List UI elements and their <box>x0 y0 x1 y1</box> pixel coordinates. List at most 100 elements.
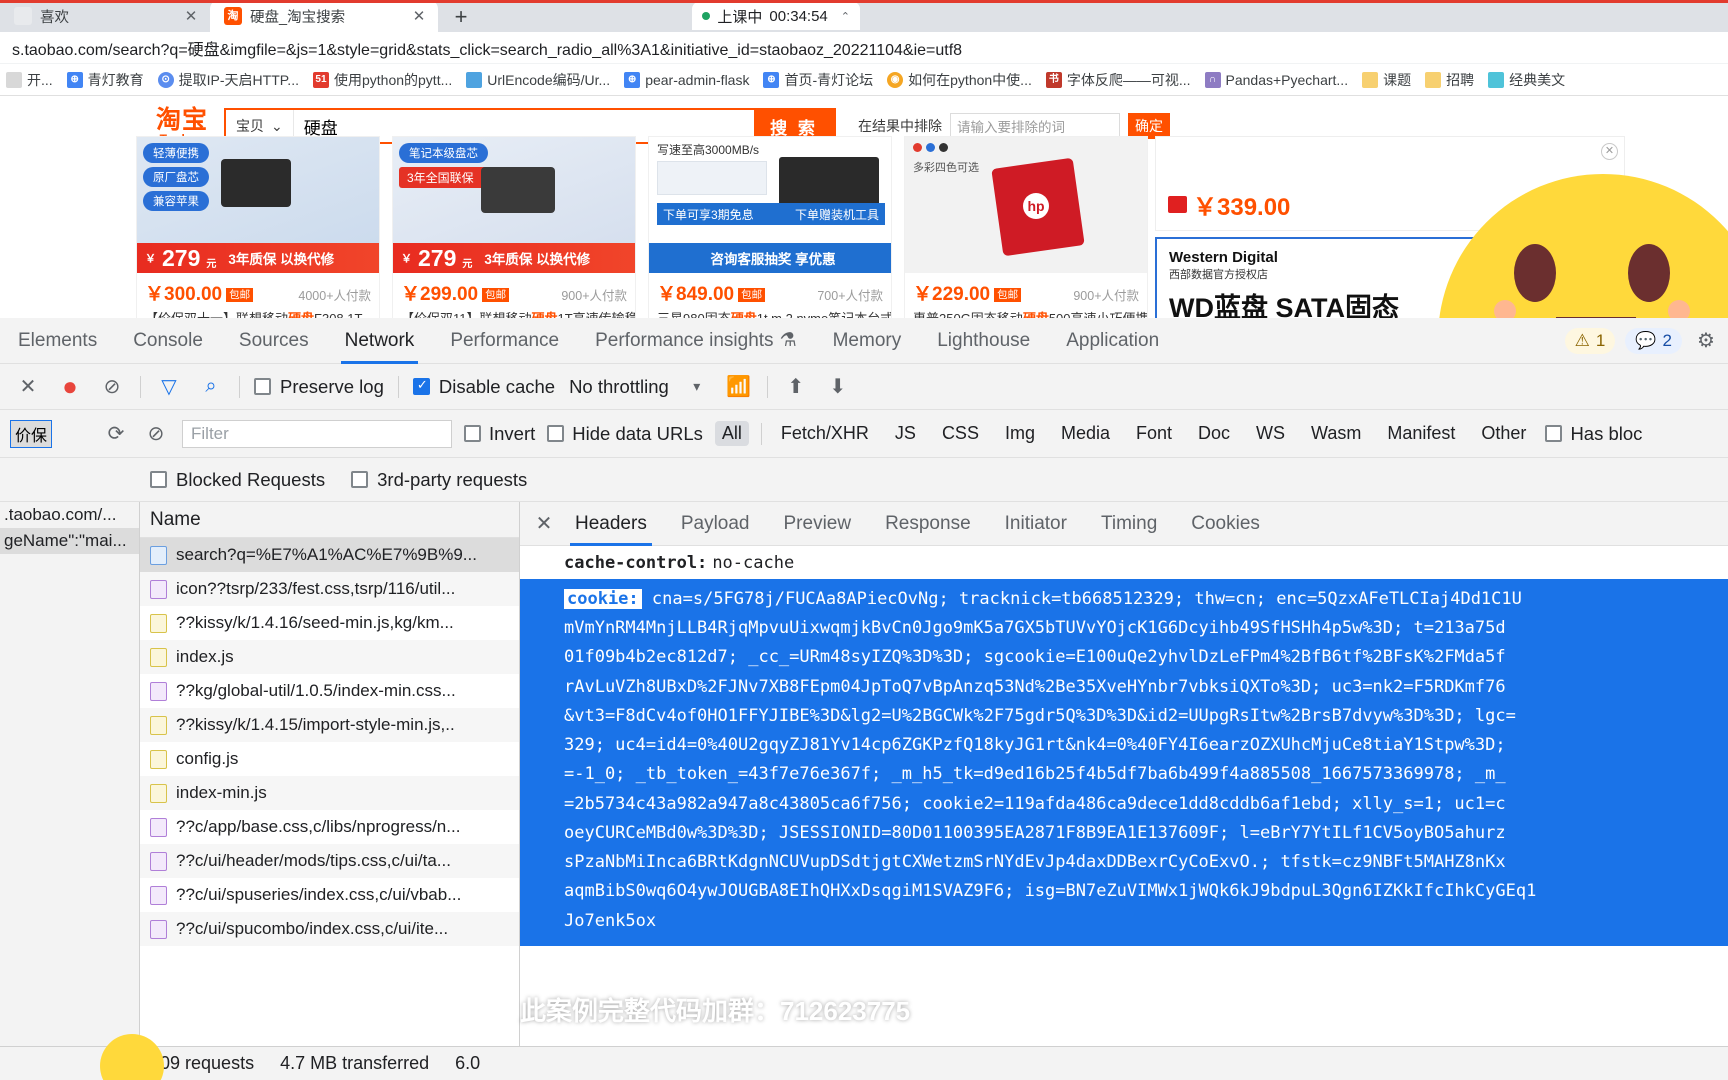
devtools-tab-performance-insights[interactable]: Performance insights ⚗ <box>577 318 815 364</box>
funnel-icon[interactable]: ▽ <box>155 373 183 401</box>
close-icon[interactable]: ✕ <box>530 510 558 538</box>
close-icon[interactable]: ✕ <box>182 9 200 24</box>
bookmark-item[interactable]: 招聘 <box>1419 67 1480 93</box>
devtools-tab-console[interactable]: Console <box>115 318 221 364</box>
info-chip[interactable]: 💬 2 <box>1625 327 1682 354</box>
detail-tab-cookies[interactable]: Cookies <box>1174 502 1277 546</box>
product-card[interactable]: 轻薄便携 原厂盘芯 兼容苹果 ￥ 279 元 3年质保 以换代修 ￥300.00… <box>136 136 380 318</box>
disable-cache-toggle[interactable]: Disable cache <box>412 376 555 398</box>
new-tab-button[interactable]: + <box>446 2 476 32</box>
filter-type-img[interactable]: Img <box>998 421 1042 446</box>
table-row[interactable]: ??kg/global-util/1.0.5/index-min.css... <box>140 674 519 708</box>
has-blocked-toggle[interactable]: Has bloc <box>1545 423 1642 445</box>
bookmark-item[interactable]: ⊕ 青灯教育 <box>61 67 150 93</box>
devtools-tab-lighthouse[interactable]: Lighthouse <box>919 318 1048 364</box>
product-title[interactable]: 惠普250G固态移动硬盘500高速小巧便携u <box>905 308 1147 318</box>
search-icon[interactable]: ⌕ <box>197 373 225 401</box>
blocked-requests-checkbox[interactable] <box>150 471 167 488</box>
disable-cache-checkbox[interactable] <box>412 377 430 395</box>
bookmark-item[interactable]: ⊙ 提取IP-天启HTTP... <box>152 67 305 93</box>
filter-type-doc[interactable]: Doc <box>1191 421 1237 446</box>
chevron-down-icon[interactable]: ▾ <box>683 373 711 401</box>
wifi-settings-icon[interactable]: 📶 <box>725 373 753 401</box>
table-row[interactable]: search?q=%E7%A1%AC%E7%9B%9... <box>140 538 519 572</box>
devtools-tab-elements[interactable]: Elements <box>0 318 115 364</box>
bookmark-item[interactable]: 开... <box>0 67 59 93</box>
table-row[interactable]: ??c/ui/header/mods/tips.css,c/ui/ta... <box>140 844 519 878</box>
table-row[interactable]: index.js <box>140 640 519 674</box>
warning-chip[interactable]: ⚠ 1 <box>1564 327 1616 354</box>
product-title[interactable]: 【价保双11】联想移动硬盘1T高速传输稳 <box>393 308 635 318</box>
clear-icon[interactable]: ⊘ <box>98 373 126 401</box>
table-row[interactable]: index-min.js <box>140 776 519 810</box>
filter-type-js[interactable]: JS <box>888 421 923 446</box>
filter-type-all[interactable]: All <box>714 421 749 446</box>
bookmark-item[interactable]: ∩ Pandas+Pyechart... <box>1199 69 1355 91</box>
product-image[interactable]: 多彩四色可选 hp <box>905 137 1147 273</box>
address-bar-url[interactable]: s.taobao.com/search?q=硬盘&imgfile=&js=1&s… <box>12 36 962 60</box>
product-title[interactable]: 三星980固态硬盘1t m.2 nvme笔记本台式 <box>649 308 891 318</box>
chevron-up-icon[interactable]: ⌃ <box>841 10 850 23</box>
header-row-cookie[interactable]: cookie: cna=s/5FG78j/FUCAa8APiecOvNg; tr… <box>520 579 1728 946</box>
filter-type-css[interactable]: CSS <box>935 421 986 446</box>
third-party-checkbox[interactable] <box>351 471 369 488</box>
devtools-tab-memory[interactable]: Memory <box>815 318 920 364</box>
product-card[interactable]: 写速至高3000MB/s 下单可享3期免息 下单赠装机工具 咨询客服抽奖 享优惠… <box>648 136 892 318</box>
bookmark-item[interactable]: ⊕ pear-admin-flask <box>618 69 755 91</box>
filter-type-manifest[interactable]: Manifest <box>1380 421 1462 446</box>
product-image[interactable]: 笔记本级盘芯 3年全国联保 ￥ 279 元 3年质保 以换代修 <box>393 137 635 273</box>
devtools-tab-network[interactable]: Network <box>327 318 433 364</box>
table-row[interactable]: icon??tsrp/233/fest.css,tsrp/116/util... <box>140 572 519 606</box>
table-row[interactable]: ??c/app/base.css,c/libs/nprogress/n... <box>140 810 519 844</box>
find-query-chip[interactable]: 价保 <box>10 419 53 448</box>
product-card[interactable]: 多彩四色可选 hp ￥229.00包邮 900+人付款 惠普250G固态移动硬盘… <box>904 136 1148 318</box>
table-row[interactable]: ??c/ui/spucombo/index.css,c/ui/ite... <box>140 912 519 946</box>
record-icon[interactable]: ● <box>56 371 84 401</box>
filter-type-fetchxhr[interactable]: Fetch/XHR <box>774 421 876 446</box>
filter-type-wasm[interactable]: Wasm <box>1304 421 1368 446</box>
detail-tab-payload[interactable]: Payload <box>664 502 767 546</box>
reload-icon[interactable]: ⟳ <box>102 420 130 448</box>
table-row[interactable]: ??kissy/k/1.4.16/seed-min.js,kg/km... <box>140 606 519 640</box>
invert-toggle[interactable]: Invert <box>464 423 535 445</box>
preserve-log-checkbox[interactable] <box>254 378 271 395</box>
table-row[interactable]: ??kissy/k/1.4.15/import-style-min.js,.. <box>140 708 519 742</box>
devtools-tab-sources[interactable]: Sources <box>221 318 327 364</box>
browser-tab-0[interactable]: 喜欢 ✕ <box>0 0 210 32</box>
close-icon[interactable]: ✕ <box>1601 143 1618 160</box>
devtools-tab-performance[interactable]: Performance <box>432 318 577 364</box>
table-row[interactable]: config.js <box>140 742 519 776</box>
filter-type-font[interactable]: Font <box>1129 421 1179 446</box>
upload-icon[interactable]: ⬆ <box>782 373 810 401</box>
detail-tab-preview[interactable]: Preview <box>767 502 869 546</box>
omnibox-bar[interactable]: s.taobao.com/search?q=硬盘&imgfile=&js=1&s… <box>0 32 1728 64</box>
download-icon[interactable]: ⬇ <box>824 373 852 401</box>
product-title[interactable]: 【价保双十一】联想移动硬盘F308 1T <box>137 308 379 318</box>
bookmark-item[interactable]: 51 使用python的pytt... <box>307 67 458 93</box>
devtools-tab-application[interactable]: Application <box>1048 318 1177 364</box>
bookmark-item[interactable]: 书 字体反爬——可视... <box>1040 67 1197 93</box>
blocked-requests-toggle[interactable]: Blocked Requests <box>150 469 325 491</box>
bookmark-item[interactable]: UrlEncode编码/Ur... <box>460 67 616 93</box>
detail-tab-initiator[interactable]: Initiator <box>988 502 1084 546</box>
detail-tab-timing[interactable]: Timing <box>1084 502 1174 546</box>
invert-checkbox[interactable] <box>464 425 481 442</box>
detail-tab-response[interactable]: Response <box>868 502 988 546</box>
preserve-log-toggle[interactable]: Preserve log <box>254 376 384 398</box>
filter-type-ws[interactable]: WS <box>1249 421 1292 446</box>
bookmark-item[interactable]: ◉ 如何在python中使... <box>881 67 1038 93</box>
filter-type-media[interactable]: Media <box>1054 421 1117 446</box>
filter-input[interactable]: Filter <box>182 419 452 448</box>
throttling-select[interactable]: No throttling <box>569 376 669 398</box>
hide-data-urls-checkbox[interactable] <box>547 425 565 442</box>
has-blocked-checkbox[interactable] <box>1545 425 1563 442</box>
hide-data-urls-toggle[interactable]: Hide data URLs <box>547 423 703 445</box>
bookmark-item[interactable]: ⊕ 首页-青灯论坛 <box>757 67 879 93</box>
class-status-badge[interactable]: 上课中 00:34:54 ⌃ <box>692 2 860 30</box>
product-image[interactable]: 轻薄便携 原厂盘芯 兼容苹果 ￥ 279 元 3年质保 以换代修 <box>137 137 379 273</box>
filter-type-other[interactable]: Other <box>1474 421 1533 446</box>
clear-icon[interactable]: ⊘ <box>142 420 170 448</box>
bookmark-item[interactable]: 课题 <box>1356 67 1417 93</box>
bookmark-item[interactable]: 经典美文 <box>1482 67 1571 93</box>
settings-gear-icon[interactable]: ⚙ <box>1692 327 1720 355</box>
